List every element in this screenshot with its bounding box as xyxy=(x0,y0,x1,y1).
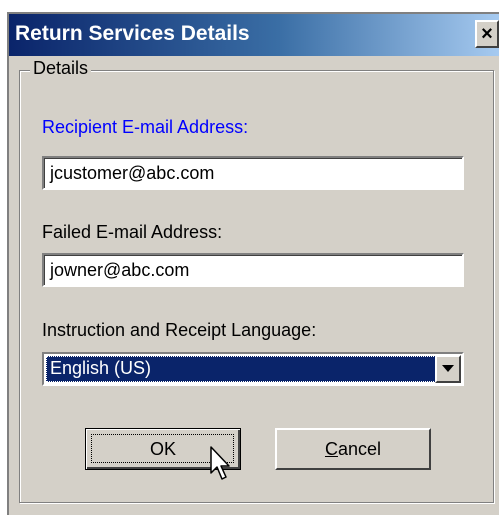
close-button[interactable]: × xyxy=(475,20,499,48)
close-icon: × xyxy=(481,22,493,45)
title-bar[interactable]: Return Services Details × xyxy=(9,14,499,56)
recipient-email-label: Recipient E-mail Address: xyxy=(42,117,249,137)
cancel-mnemonic: C xyxy=(324,438,338,459)
cancel-label-rest: ancel xyxy=(337,438,382,459)
failed-email-label: Failed E-mail Address: xyxy=(42,222,223,242)
language-selected-value: English (US) xyxy=(46,356,436,382)
cancel-button[interactable]: Cancel xyxy=(275,428,431,470)
recipient-email-field[interactable]: jcustomer@abc.com xyxy=(42,156,464,190)
details-group-label: Details xyxy=(30,58,92,79)
dropdown-arrow-icon xyxy=(442,365,454,372)
window-title: Return Services Details xyxy=(15,22,250,45)
language-select[interactable]: English (US) xyxy=(42,352,464,386)
cancel-button-label: Cancel xyxy=(325,439,381,460)
mouse-pointer-icon xyxy=(210,446,230,480)
dropdown-button[interactable] xyxy=(435,355,461,383)
language-label: Instruction and Receipt Language: xyxy=(42,320,317,340)
failed-email-field[interactable]: jowner@abc.com xyxy=(42,253,464,287)
